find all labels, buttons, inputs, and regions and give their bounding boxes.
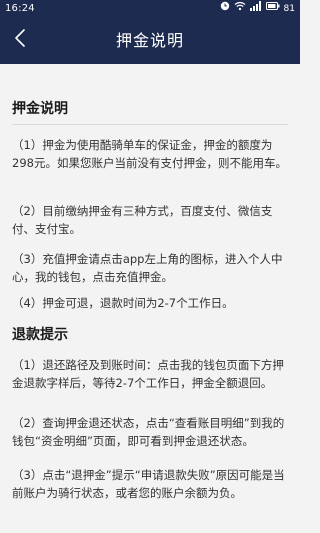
content-area: 押金说明 （1）押金为使用酷骑单车的保证金，押金的额度为298元。如果您账户当前… [0,64,300,533]
status-icons: 81 [220,0,295,18]
deposit-section-title: 押金说明 [12,101,68,117]
refund-item-2: （2）查询押金退还状态，点击“查看账目明细”到我的钱包“资金明细”页面，即可看到… [12,416,285,448]
refund-item-1: （1）退还路径及到账时间：点击我的钱包页面下方押金退款字样后，等待2-7个工作日… [12,358,284,390]
status-bar: 16:24 81 [0,0,300,18]
deposit-item-4: （4）押金可退，退款时间为2-7个工作日。 [12,296,234,310]
clock-icon [220,0,230,18]
deposit-item-1: （1）押金为使用酷骑单车的保证金，押金的额度为298元。如果您账户当前没有支付押… [12,138,287,170]
page-title: 押金说明 [115,31,184,50]
signal-icon [249,0,262,18]
battery-icon [265,0,280,18]
wifi-icon [234,0,246,18]
status-time: 16:24 [5,3,35,14]
nav-bar: 押金说明 [0,18,300,64]
section-divider [12,124,288,125]
refund-section-title: 退款提示 [12,327,68,343]
deposit-info-screen: 16:24 81 押金说明 押金说明 （1）押金为使用酷骑单车的保证金，押金的额… [0,0,300,533]
battery-level: 81 [283,4,295,14]
refund-item-3: （3）点击“退押金”提示“申请退款失败”原因可能是当前账户为骑行状态，或者您的账… [12,468,285,500]
deposit-item-3: （3）充值押金请点击app左上角的图标，进入个人中心，我的钱包，点击充值押金。 [12,252,283,284]
deposit-item-2: （2）目前缴纳押金有三种方式，百度支付、微信支付、支付宝。 [12,204,273,236]
